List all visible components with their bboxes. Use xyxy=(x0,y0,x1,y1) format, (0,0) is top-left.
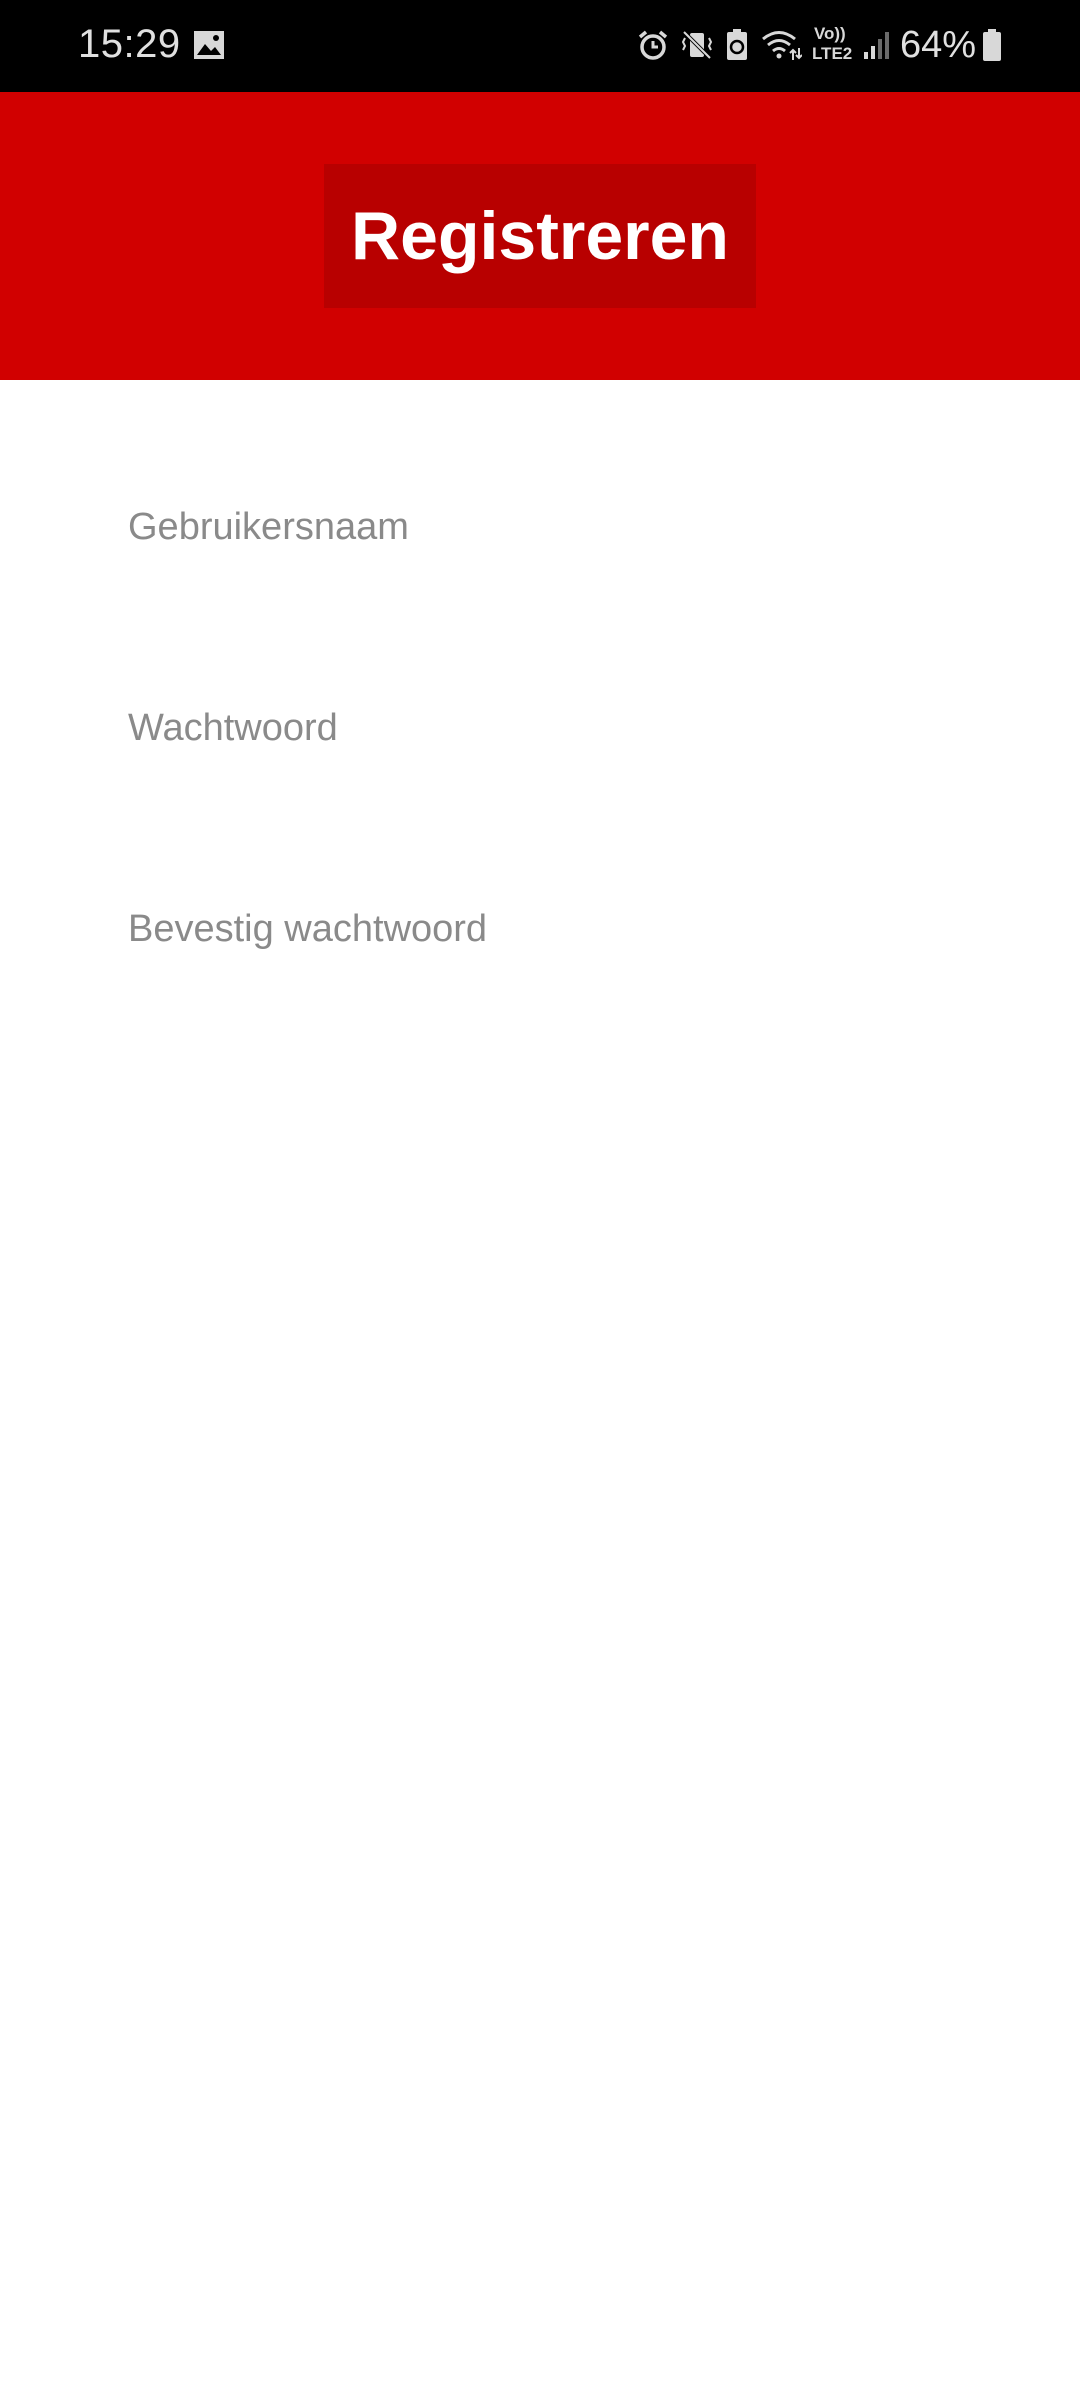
password-field[interactable] xyxy=(128,683,952,773)
volte-icon: Vo)) LTE2 xyxy=(812,25,852,65)
confirm-password-field[interactable] xyxy=(128,884,952,974)
vibrate-off-icon xyxy=(680,28,714,62)
volte-label-bottom: LTE2 xyxy=(811,44,853,63)
alarm-icon xyxy=(636,28,670,62)
status-icons: Vo)) LTE2 64% xyxy=(636,20,1002,70)
battery-icon xyxy=(982,28,1002,62)
gallery-icon xyxy=(193,29,225,61)
signal-icon xyxy=(862,30,890,60)
volte-label-top: Vo)) xyxy=(813,24,846,43)
wifi-icon xyxy=(760,28,802,62)
status-time: 15:29 xyxy=(78,22,181,66)
app-header: Registreren xyxy=(0,92,1080,380)
username-field[interactable] xyxy=(128,482,952,572)
status-bar: 15:29 Vo)) LTE2 64% xyxy=(0,0,1080,92)
battery-percent: 64% xyxy=(899,23,976,66)
battery-saver-icon xyxy=(724,28,750,62)
register-title-button[interactable]: Registreren xyxy=(324,164,756,308)
